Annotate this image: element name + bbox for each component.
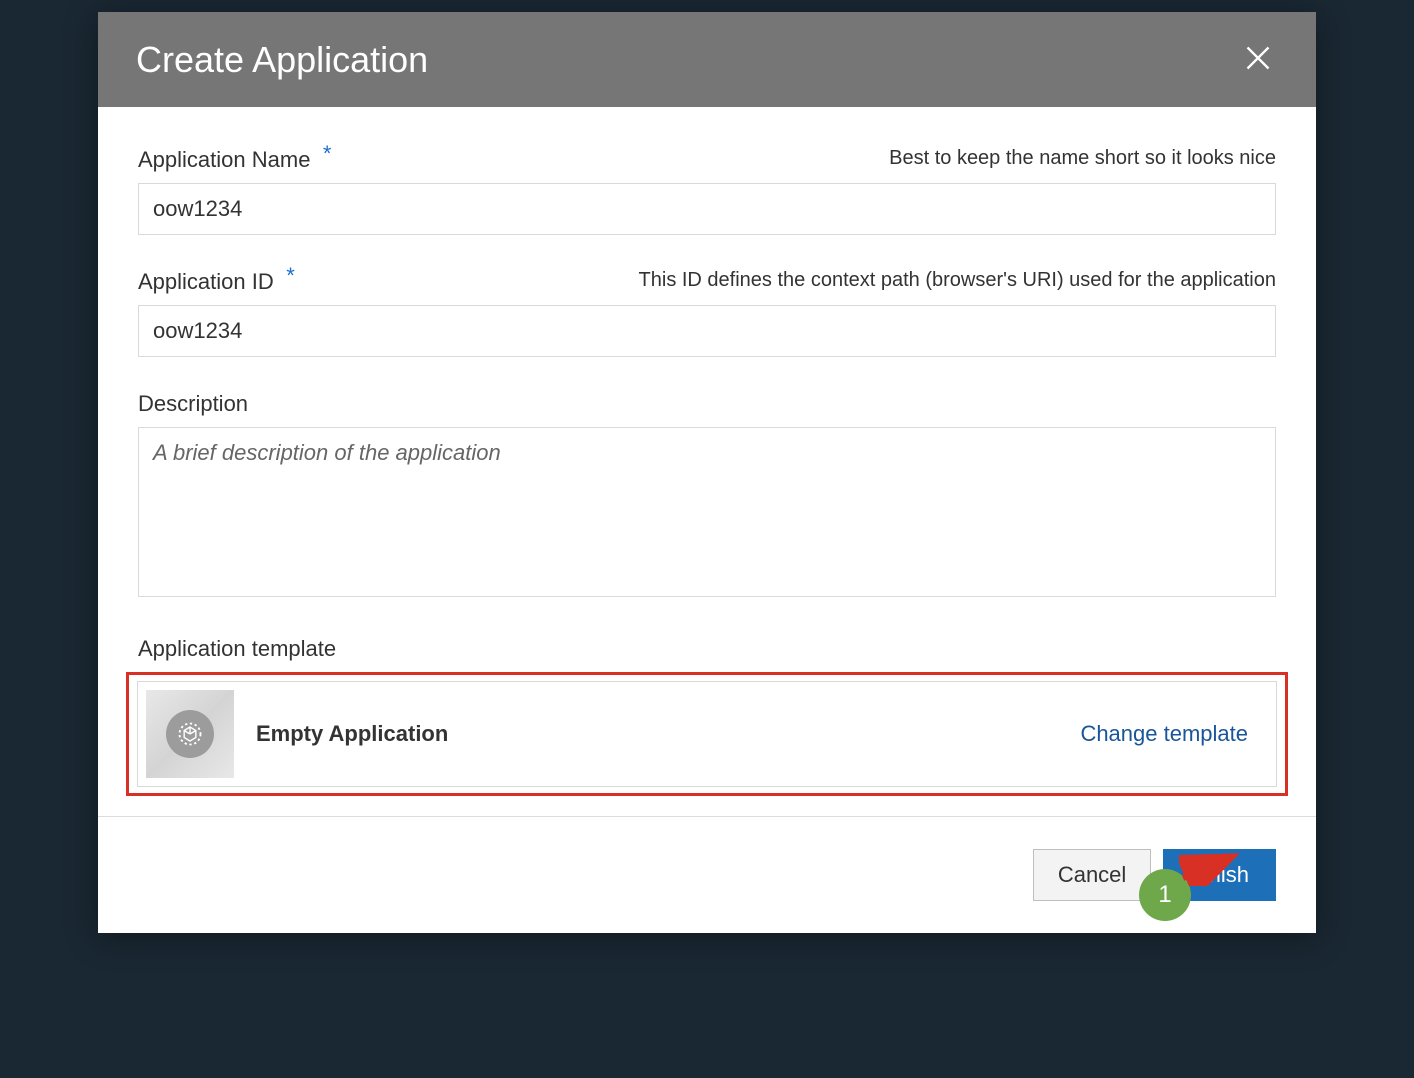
field-label-wrap: Application ID * [138, 269, 295, 295]
dialog-footer: Cancel Finish 1 [98, 816, 1316, 933]
dialog-title: Create Application [136, 39, 428, 81]
description-label: Description [138, 391, 248, 417]
required-indicator: * [286, 263, 295, 288]
close-icon [1244, 44, 1272, 72]
template-card: Empty Application Change template [137, 681, 1277, 787]
field-label-row: Description [138, 391, 1276, 417]
template-section: Application template Empty Applic [138, 636, 1276, 796]
application-id-label: Application ID [138, 269, 274, 294]
description-textarea[interactable] [138, 427, 1276, 597]
cancel-button[interactable]: Cancel [1033, 849, 1151, 901]
finish-button[interactable]: Finish [1163, 849, 1276, 901]
dialog-body: Application Name * Best to keep the name… [98, 107, 1316, 816]
annotation-highlight: Empty Application Change template [126, 672, 1288, 796]
application-id-input[interactable] [138, 305, 1276, 357]
application-name-hint: Best to keep the name short so it looks … [889, 147, 1276, 170]
field-label-row: Application Name * Best to keep the name… [138, 147, 1276, 173]
field-label-row: Application ID * This ID defines the con… [138, 269, 1276, 295]
application-name-field-row: Application Name * Best to keep the name… [138, 147, 1276, 235]
dialog-header: Create Application [98, 12, 1316, 107]
template-name: Empty Application [256, 721, 448, 747]
field-label-wrap: Application Name * [138, 147, 331, 173]
cube-icon [166, 710, 214, 758]
template-thumbnail [146, 690, 234, 778]
application-name-label: Application Name [138, 147, 310, 172]
description-field-row: Description [138, 391, 1276, 602]
application-name-input[interactable] [138, 183, 1276, 235]
template-section-label: Application template [138, 636, 1276, 662]
required-indicator: * [323, 141, 332, 166]
change-template-link[interactable]: Change template [1080, 721, 1248, 747]
template-card-left: Empty Application [146, 690, 448, 778]
application-id-hint: This ID defines the context path (browse… [639, 269, 1276, 292]
create-application-dialog: Create Application Application Name * Be… [98, 12, 1316, 933]
close-button[interactable] [1238, 38, 1278, 81]
application-id-field-row: Application ID * This ID defines the con… [138, 269, 1276, 357]
